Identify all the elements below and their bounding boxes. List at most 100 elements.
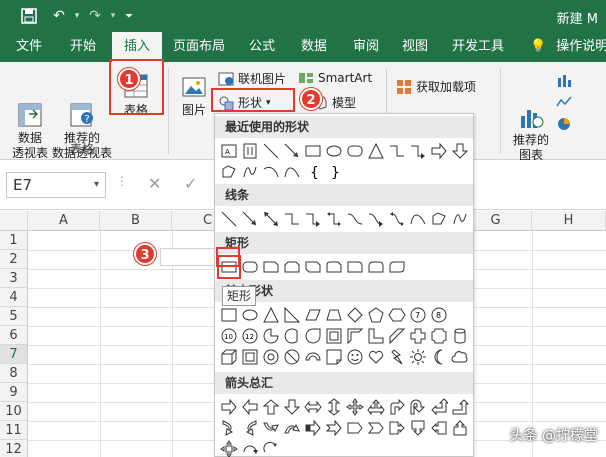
striped-right-arrow-shape-icon[interactable] <box>303 418 323 438</box>
quad-arrow-callout-shape-icon[interactable] <box>219 439 239 457</box>
snip-same-side-rectangle-shape-icon[interactable] <box>282 257 302 277</box>
donut-shape-icon[interactable] <box>261 347 281 367</box>
tab-view[interactable]: 视图 <box>396 32 434 62</box>
tab-data[interactable]: 数据 <box>292 32 336 62</box>
row-header[interactable]: 3 <box>0 269 28 288</box>
cancel-icon[interactable]: ✕ <box>148 174 161 193</box>
left-right-arrow-shape-icon[interactable] <box>303 397 323 417</box>
elbow-double-arrow-shape-icon[interactable] <box>324 209 344 229</box>
heptagon-shape-icon[interactable]: 7 <box>408 305 428 325</box>
arc-shape-icon[interactable] <box>261 162 281 182</box>
enter-icon[interactable]: ✓ <box>184 174 197 193</box>
tab-insert[interactable]: 插入 <box>112 32 162 62</box>
down-arrow-callout-shape-icon[interactable] <box>408 418 428 438</box>
pictures-button[interactable]: 图片 <box>176 74 212 118</box>
oval-shape-icon[interactable] <box>240 305 260 325</box>
tab-page-layout[interactable]: 页面布局 <box>168 32 230 62</box>
pie-chart-button[interactable] <box>556 116 576 132</box>
hexagon-shape-icon[interactable] <box>387 305 407 325</box>
can-shape-icon[interactable] <box>450 326 470 346</box>
u-turn-arrow-shape-icon[interactable] <box>408 397 428 417</box>
round-corner-rectangle-shape-icon[interactable] <box>345 257 365 277</box>
diamond-shape-icon[interactable] <box>345 305 365 325</box>
elbow-connector-shape-icon[interactable] <box>282 209 302 229</box>
left-right-up-arrow-shape-icon[interactable] <box>366 397 386 417</box>
curved-right-arrow-shape-icon[interactable] <box>219 418 239 438</box>
cross-shape-icon[interactable] <box>408 326 428 346</box>
curved-arrow-shape-icon[interactable] <box>366 209 386 229</box>
up-down-arrow-shape-icon[interactable] <box>324 397 344 417</box>
tab-review[interactable]: 审阅 <box>344 32 388 62</box>
online-pictures-button[interactable]: 联机图片 <box>218 70 286 87</box>
snip-corner-rectangle-shape-icon[interactable] <box>261 257 281 277</box>
curve-shape-icon[interactable] <box>408 209 428 229</box>
moon-shape-icon[interactable] <box>429 347 449 367</box>
row-header[interactable]: 11 <box>0 421 28 440</box>
recommended-charts-button[interactable]: 推荐的 图表 <box>508 74 554 163</box>
drawn-rectangle[interactable] <box>160 248 216 266</box>
undo-dropdown-icon[interactable]: ▾ <box>68 7 86 25</box>
textbox-shape-icon[interactable]: A <box>219 141 239 161</box>
quad-arrow-shape-icon[interactable] <box>345 397 365 417</box>
right-brace-shape-icon[interactable]: } <box>324 162 344 182</box>
bent-up-arrow-shape-icon[interactable] <box>450 397 470 417</box>
up-arrow-shape-icon[interactable] <box>261 397 281 417</box>
line-chart-button[interactable] <box>556 94 576 110</box>
chord-shape-icon[interactable] <box>282 326 302 346</box>
bevel-shape-icon[interactable] <box>240 347 260 367</box>
snip-diagonal-rectangle-shape-icon[interactable] <box>303 257 323 277</box>
teardrop-shape-icon[interactable] <box>303 326 323 346</box>
column-header[interactable]: A <box>28 211 100 231</box>
right-arrow-shape-icon[interactable] <box>219 397 239 417</box>
vertical-textbox-shape-icon[interactable] <box>240 141 260 161</box>
left-brace-shape-icon[interactable]: { <box>303 162 323 182</box>
textbox-shape-icon[interactable] <box>219 305 239 325</box>
curve-shape-icon[interactable] <box>282 162 302 182</box>
double-arrow-line-shape-icon[interactable] <box>261 209 281 229</box>
line-shape-icon[interactable] <box>261 141 281 161</box>
elbow-arrow-shape-icon[interactable] <box>303 209 323 229</box>
l-shape-icon[interactable] <box>366 326 386 346</box>
block-arc-shape-icon[interactable] <box>303 347 323 367</box>
left-arrow-shape-icon[interactable] <box>240 397 260 417</box>
elbow-arrow-shape-icon[interactable] <box>408 141 428 161</box>
bar-chart-button[interactable] <box>556 72 576 88</box>
right-triangle-shape-icon[interactable] <box>282 305 302 325</box>
curved-connector-shape-icon[interactable] <box>345 209 365 229</box>
row-header[interactable]: 12 <box>0 440 28 457</box>
round-diagonal-rectangle-shape-icon[interactable] <box>387 257 407 277</box>
plaque-shape-icon[interactable] <box>429 326 449 346</box>
rounded-rectangle-shape-icon[interactable] <box>345 141 365 161</box>
cloud-shape-icon[interactable] <box>450 347 470 367</box>
octagon-shape-icon[interactable]: 8 <box>429 305 449 325</box>
row-header[interactable]: 8 <box>0 364 28 383</box>
rounded-rectangle-shape-icon[interactable] <box>240 257 260 277</box>
model3d-button[interactable]: 模型 <box>316 94 356 111</box>
tell-me-search[interactable]: 💡 操作说明搜 <box>530 32 606 62</box>
row-header[interactable]: 9 <box>0 383 28 402</box>
undo-icon[interactable]: ↶ <box>50 7 68 25</box>
pentagon-arrow-shape-icon[interactable] <box>345 418 365 438</box>
left-up-arrow-shape-icon[interactable] <box>429 397 449 417</box>
elbow-connector-shape-icon[interactable] <box>387 141 407 161</box>
no-symbol-shape-icon[interactable] <box>282 347 302 367</box>
smartart-button[interactable]: SmartArt <box>298 70 372 86</box>
notched-right-arrow-shape-icon[interactable] <box>324 418 344 438</box>
heart-shape-icon[interactable] <box>366 347 386 367</box>
oval-shape-icon[interactable] <box>324 141 344 161</box>
customize-toolbar-icon[interactable]: ⏷ <box>120 7 138 25</box>
parallelogram-shape-icon[interactable] <box>303 305 323 325</box>
row-header[interactable]: 5 <box>0 307 28 326</box>
name-box[interactable]: E7 ▾ <box>6 172 106 198</box>
snip-round-rectangle-shape-icon[interactable] <box>324 257 344 277</box>
right-arrow-callout-shape-icon[interactable] <box>387 418 407 438</box>
save-icon[interactable] <box>20 7 38 25</box>
name-box-dropdown-icon[interactable]: ▾ <box>94 173 99 197</box>
line-shape-icon[interactable] <box>219 209 239 229</box>
redo-icon[interactable]: ↷ <box>86 7 104 25</box>
rectangle-shape-icon[interactable] <box>303 141 323 161</box>
scribble-shape-icon[interactable] <box>450 209 470 229</box>
get-addins-button[interactable]: 获取加载项 <box>396 78 476 95</box>
row-header[interactable]: 10 <box>0 402 28 421</box>
bent-arrow-shape-icon[interactable] <box>387 397 407 417</box>
